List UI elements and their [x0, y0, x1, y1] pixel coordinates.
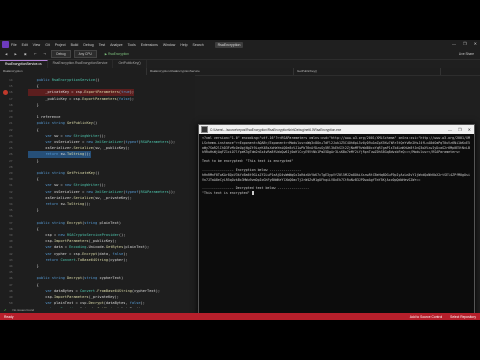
console-output: <?xml version="1.0" encoding="utf-16"?><… — [199, 134, 474, 198]
window-controls: — ❐ ✕ — [452, 41, 477, 46]
menu-item-build[interactable]: Build — [71, 43, 79, 47]
public-key-output: <?xml version="1.0" encoding="utf-16"?><… — [202, 136, 470, 155]
maximize-button[interactable]: ❐ — [463, 41, 467, 46]
menu-item-view[interactable]: View — [33, 43, 41, 47]
project-dropdown[interactable]: RsaEncryption — [0, 68, 147, 75]
run-button[interactable]: ▶ RsaEncryption — [105, 52, 129, 56]
console-title: C:\Users\...\source\repos\RsaEncryption\… — [210, 127, 342, 132]
class-dropdown[interactable]: RsaEncryption.RsaEncryptionService — [147, 68, 294, 75]
live-share-button[interactable]: Live Share — [459, 52, 474, 56]
console-minimize-button[interactable]: — — [448, 127, 452, 132]
code-line[interactable]: } — [28, 158, 39, 165]
add-source-control-button[interactable]: Add to Source Control — [410, 315, 442, 319]
menu-item-extensions[interactable]: Extensions — [141, 43, 158, 47]
redo-icon[interactable]: ↷ — [42, 51, 49, 57]
title-bar: File Edit View Git Project Build Debug Test Anal… — [0, 40, 480, 49]
console-maximize-button[interactable]: ❐ — [458, 127, 462, 132]
solution-name: RsaEncryption — [214, 41, 244, 48]
console-icon — [201, 126, 208, 133]
member-dropdown[interactable]: GetPublicKey() — [294, 68, 441, 75]
visual-studio-window: File Edit View Git Project Build Debug Test Anal… — [0, 40, 480, 320]
code-line[interactable]: } — [28, 102, 39, 109]
toolbar: ◀ ▶ ▣ ↶ ↷ Debug Any CPU ▶ RsaEncryption … — [0, 49, 480, 60]
close-button[interactable]: ✕ — [474, 41, 477, 46]
console-title-bar[interactable]: C:\Users\...\source\repos\RsaEncryption\… — [199, 125, 474, 134]
menu-item-git[interactable]: Git — [45, 43, 49, 47]
menu-item-window[interactable]: Window — [163, 43, 175, 47]
status-bar: Ready Add to Source Control Select Repos… — [0, 313, 480, 320]
save-icon[interactable]: ▣ — [22, 51, 29, 57]
menu-bar: File Edit View Git Project Build Debug Test Anal… — [11, 43, 193, 47]
text-to-encrypt: Text to be encrypted: "This text is encr… — [202, 159, 294, 164]
tab-class[interactable]: RsaEncryption.RsaEncryptionService — [48, 60, 114, 68]
visual-studio-icon — [2, 41, 9, 48]
platform-dropdown[interactable]: Any CPU — [73, 50, 97, 58]
console-window[interactable]: C:\Users\...\source\repos\RsaEncryption\… — [198, 124, 475, 316]
menu-item-edit[interactable]: Edit — [22, 43, 28, 47]
document-tabs: RsaEncryptionService.cs RsaEncryption.Rs… — [0, 60, 480, 68]
code-line[interactable]: public string Encrypt(string plainText) — [28, 220, 121, 227]
search-label[interactable]: Search — [193, 43, 204, 47]
console-window-controls: — ❐ ✕ — [448, 127, 471, 132]
code-line[interactable]: public string Decrypt(string cypherText) — [28, 275, 124, 282]
configuration-dropdown[interactable]: Debug — [51, 50, 71, 58]
undo-icon[interactable]: ↶ — [32, 51, 39, 57]
decrypted-text: "This text is encrypted" — [202, 191, 250, 196]
tab-rsa-service[interactable]: RsaEncryptionService.cs — [0, 60, 48, 68]
code-line[interactable]: } — [28, 263, 39, 270]
menu-item-debug[interactable]: Debug — [83, 43, 93, 47]
console-close-button[interactable]: ✕ — [468, 127, 471, 132]
menu-item-test[interactable]: Test — [99, 43, 105, 47]
console-cursor — [251, 191, 254, 196]
cypher-output: hHnRMnF0TwKAr8QxV3kYcBa6t9GLsZf2LuP1eAjD… — [202, 172, 470, 182]
minimize-button[interactable]: — — [452, 41, 456, 46]
menu-item-project[interactable]: Project — [55, 43, 66, 47]
decrypted-output: "This text is encrypted" — [202, 191, 471, 196]
forward-icon[interactable]: ▶ — [12, 51, 18, 57]
menu-item-help[interactable]: Help — [180, 43, 187, 47]
code-line[interactable]: _publicKey = csp.ExportParameters(false)… — [28, 96, 134, 103]
menu-item-analyze[interactable]: Analyze — [110, 43, 122, 47]
code-editor[interactable]: public RsaEncryptionService() { _private… — [0, 75, 195, 308]
menu-item-tools[interactable]: Tools — [128, 43, 136, 47]
tab-member[interactable]: GetPublicKey() — [113, 60, 147, 68]
back-icon[interactable]: ◀ — [3, 51, 9, 57]
menu-item-file[interactable]: File — [11, 43, 17, 47]
code-line[interactable]: } — [28, 207, 39, 214]
select-repository-button[interactable]: Select Repository — [450, 315, 476, 319]
status-ready: Ready — [4, 314, 14, 319]
code-line[interactable]: return Convert.ToBase64String(cypher); — [28, 257, 127, 264]
